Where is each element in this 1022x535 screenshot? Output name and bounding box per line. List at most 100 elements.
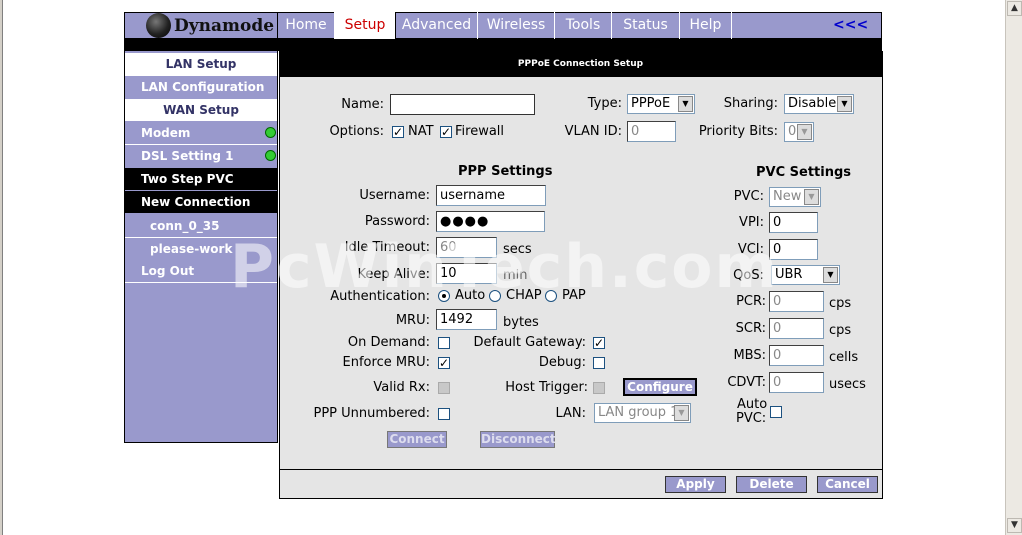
name-input[interactable] (390, 94, 535, 115)
tab-advanced[interactable]: Advanced (396, 12, 478, 39)
password-input[interactable]: ●●●● (436, 211, 545, 232)
pvc-value: New (773, 189, 802, 204)
username-label: Username: (359, 188, 430, 203)
firewall-checkbox[interactable]: ✓ (440, 126, 452, 138)
auto-pvc-label-2: PVC: (736, 411, 767, 426)
modem-status-icon (265, 127, 276, 138)
sidebar-item-new-connection[interactable]: New Connection (125, 191, 277, 213)
ppp-unnumbered-label: PPP Unnumbered: (313, 406, 431, 421)
username-input[interactable]: username (436, 185, 546, 206)
on-demand-label: On Demand: (347, 335, 430, 350)
mbs-unit: cells (829, 350, 859, 365)
watermark: PcWinTech.com (230, 232, 780, 302)
footer-divider (280, 469, 882, 470)
lan-select[interactable]: LAN group 1 ▼ (594, 403, 691, 423)
sidebar-item-lan-setup[interactable]: LAN Setup (125, 53, 277, 75)
vpi-label: VPI: (739, 215, 764, 230)
logo-sphere-icon (146, 13, 171, 38)
dsl-status-icon (265, 150, 276, 161)
scroll-down-icon[interactable]: ▼ (1007, 518, 1022, 533)
priority-select[interactable]: 0 ▼ (784, 122, 814, 142)
vertical-scrollbar[interactable]: ▲ ▼ (1005, 0, 1022, 535)
apply-button[interactable]: Apply (665, 476, 726, 493)
back-link[interactable]: <<< (833, 17, 868, 33)
ppp-unnumbered-checkbox[interactable] (438, 408, 450, 420)
chevron-down-icon: ▼ (674, 405, 689, 421)
options-label: Options: (329, 124, 384, 139)
brand-name: Dynamode (174, 16, 275, 36)
debug-checkbox[interactable] (593, 357, 605, 369)
sharing-value: Disable (788, 96, 837, 111)
auto-pvc-label: Auto (737, 397, 768, 412)
host-trigger-checkbox[interactable] (593, 382, 605, 394)
vpi-input[interactable]: 0 (769, 212, 818, 233)
default-gateway-checkbox[interactable]: ✓ (593, 337, 605, 349)
scr-unit: cps (829, 323, 852, 338)
mru-unit: bytes (503, 315, 539, 330)
disconnect-button[interactable]: Disconnect (480, 431, 556, 448)
sharing-select[interactable]: Disable ▼ (784, 94, 854, 114)
cdvt-input[interactable]: 0 (769, 372, 824, 393)
delete-button[interactable]: Delete (736, 476, 807, 493)
sidebar-item-wan-setup[interactable]: WAN Setup (125, 99, 277, 121)
vlan-input[interactable]: 0 (627, 121, 676, 142)
valid-rx-checkbox[interactable] (438, 382, 450, 394)
sidebar-item-modem[interactable]: Modem (125, 122, 277, 144)
lan-label: LAN: (555, 406, 586, 421)
lan-value: LAN group 1 (598, 405, 679, 420)
chevron-down-icon: ▼ (837, 96, 852, 112)
header-divider (124, 39, 882, 51)
page-title: PPPoE Connection Setup (279, 51, 882, 77)
connect-button[interactable]: Connect (387, 431, 447, 448)
pvc-label: PVC: (733, 189, 764, 204)
enforce-mru-label: Enforce MRU: (342, 355, 430, 370)
tab-status[interactable]: Status (612, 12, 680, 39)
pvc-settings-heading: PVC Settings (756, 165, 852, 180)
tab-setup[interactable]: Setup (335, 12, 396, 39)
tab-help[interactable]: Help (680, 12, 732, 39)
mbs-label: MBS: (733, 348, 766, 363)
cdvt-unit: usecs (829, 377, 866, 392)
chevron-down-icon: ▼ (797, 124, 812, 140)
mbs-input[interactable]: 0 (769, 345, 824, 366)
mru-label: MRU: (395, 313, 430, 328)
enforce-mru-checkbox[interactable]: ✓ (438, 357, 450, 369)
qos-select[interactable]: UBR ▼ (771, 265, 840, 285)
default-gateway-label: Default Gateway: (473, 335, 587, 350)
frame-border (0, 0, 3, 535)
tab-home[interactable]: Home (278, 12, 335, 39)
name-label: Name: (341, 97, 384, 112)
chevron-down-icon: ▼ (678, 96, 693, 112)
firewall-label: Firewall (455, 124, 505, 139)
scr-label: SCR: (735, 321, 766, 336)
type-value: PPPoE (631, 96, 671, 111)
pcr-unit: cps (829, 296, 852, 311)
debug-label: Debug: (538, 355, 586, 370)
auto-pvc-checkbox[interactable] (770, 406, 782, 418)
ppp-settings-heading: PPP Settings (458, 164, 553, 179)
sidebar-item-two-step-pvc[interactable]: Two Step PVC (125, 168, 277, 190)
valid-rx-label: Valid Rx: (373, 380, 430, 395)
sidebar-item-dsl-setting[interactable]: DSL Setting 1 (125, 145, 277, 167)
cdvt-label: CDVT: (727, 375, 766, 390)
sharing-label: Sharing: (723, 96, 778, 111)
sidebar-item-lan-configuration[interactable]: LAN Configuration (125, 76, 277, 98)
scr-input[interactable]: 0 (769, 318, 824, 339)
mru-input[interactable]: 1492 (436, 309, 497, 330)
tab-tools[interactable]: Tools (555, 12, 612, 39)
pvc-select[interactable]: New ▼ (769, 187, 821, 207)
nat-checkbox[interactable]: ✓ (392, 126, 404, 138)
priority-label: Priority Bits: (698, 124, 778, 139)
on-demand-checkbox[interactable] (438, 337, 450, 349)
priority-value: 0 (788, 124, 797, 139)
cancel-button[interactable]: Cancel (817, 476, 878, 493)
tab-wireless[interactable]: Wireless (478, 12, 555, 39)
vlan-label: VLAN ID: (564, 124, 622, 139)
password-label: Password: (364, 214, 430, 229)
chevron-down-icon: ▼ (804, 189, 819, 205)
qos-value: UBR (775, 267, 803, 282)
scroll-up-icon[interactable]: ▲ (1007, 1, 1022, 16)
type-select[interactable]: PPPoE ▼ (627, 94, 695, 114)
nat-label: NAT (408, 124, 434, 139)
configure-button[interactable]: Configure (623, 378, 697, 396)
